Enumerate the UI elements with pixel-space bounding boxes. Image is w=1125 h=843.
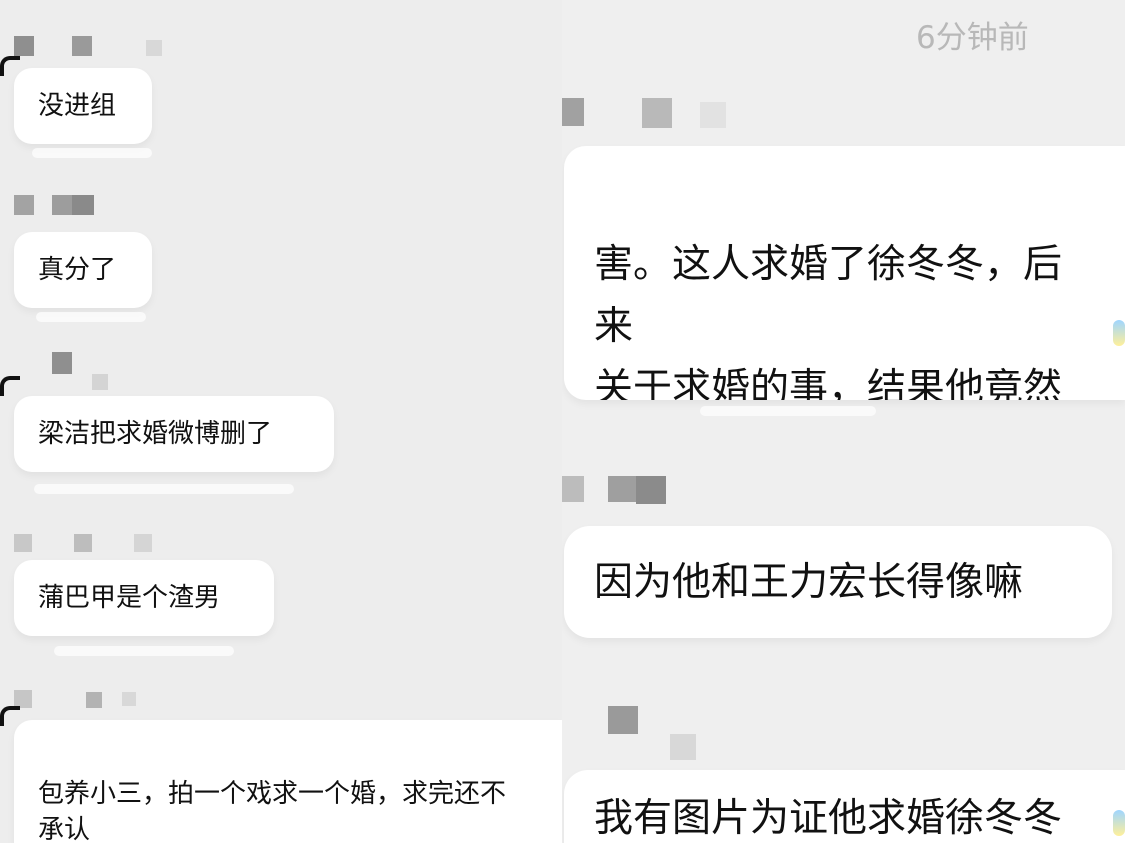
chat-message[interactable]: 我有图片为证他求婚徐冬冬 [564,770,1125,843]
chat-message[interactable]: 真分了 [14,232,152,308]
message-text: 真分了 [38,255,117,285]
bubble-shadow [36,312,146,322]
chat-message[interactable]: 害。这人求婚了徐冬冬，后来 关于求婚的事，结果他竟然说 可能是王力宏求的婚？？？ [564,146,1125,400]
message-text: 梁洁把求婚微博删了 [38,419,273,449]
message-text: 蒲巴甲是个渣男 [38,583,221,613]
right-chat-panel: 6分钟前 害。这人求婚了徐冬冬，后来 关于求婚的事，结果他竟然说 可能是王力宏求… [562,0,1125,843]
emoji-icon [1113,320,1125,346]
emoji-icon [1113,810,1125,836]
blurred-avatar [14,534,154,558]
left-chat-panel: 没进组 真分了 梁洁把求婚微博删了 蒲巴甲是个渣男 包养小三，拍一个戏求一个婚，… [0,0,562,843]
message-text: 没进组 [38,91,117,121]
message-text: 因为他和王力宏长得像嘛 [594,560,1024,605]
message-text: 我有图片为证他求婚徐冬冬 [594,796,1063,841]
bubble-tail-icon [0,706,20,726]
chat-message[interactable]: 蒲巴甲是个渣男 [14,560,274,636]
bubble-tail-icon [0,376,20,396]
message-text: 包养小三，拍一个戏求一个婚，求完还不 承认 [38,779,507,843]
blurred-avatar [14,195,114,221]
timestamp: 6分钟前 [916,20,1029,56]
blurred-avatar [562,476,672,510]
chat-message[interactable]: 因为他和王力宏长得像嘛 [564,526,1112,638]
chat-message[interactable]: 包养小三，拍一个戏求一个婚，求完还不 承认 [14,720,562,843]
chat-message[interactable]: 没进组 [14,68,152,144]
blurred-avatar [608,706,698,764]
blurred-avatar [14,690,136,714]
bubble-shadow [32,148,152,158]
bubble-shadow [54,646,234,656]
bubble-tail-icon [0,56,20,76]
blurred-avatar [14,36,164,62]
message-text: 害。这人求婚了徐冬冬，后来 关于求婚的事，结果他竟然说 可能是王力宏求的婚？？？ [594,242,1063,400]
chat-message[interactable]: 梁洁把求婚微博删了 [14,396,334,472]
bubble-shadow [700,406,876,416]
blurred-avatar [40,352,120,390]
blurred-avatar [562,98,762,138]
bubble-shadow [34,484,294,494]
